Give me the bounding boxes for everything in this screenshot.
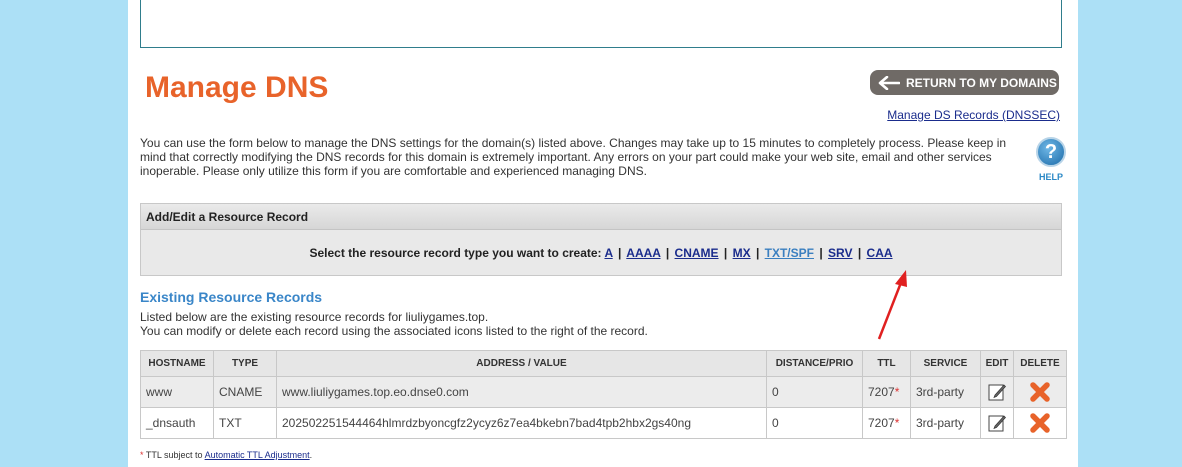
record-type-cname-link[interactable]: CNAME [675, 246, 719, 260]
col-address-value: ADDRESS / VALUE [276, 350, 767, 377]
col-delete: DELETE [1013, 350, 1067, 377]
separator: | [665, 246, 670, 260]
cell-hostname: _dnsauth [140, 407, 214, 439]
return-to-my-domains-button[interactable]: RETURN TO MY DOMAINS [870, 70, 1059, 95]
separator: | [819, 246, 823, 260]
record-type-aaaa-link[interactable]: AAAA [626, 246, 660, 260]
separator: | [618, 246, 622, 260]
manage-ds-records-link[interactable]: Manage DS Records (DNSSEC) [886, 108, 1060, 122]
cell-distance: 0 [766, 407, 863, 439]
table-row: _dnsauth TXT 202502251544464hlmrdzbyoncg… [140, 407, 1067, 439]
ttl-asterisk: * [894, 416, 900, 430]
help-label[interactable]: HELP [1034, 172, 1068, 182]
arrow-left-icon [878, 75, 900, 90]
cell-type: TXT [213, 407, 277, 439]
col-type: TYPE [213, 350, 277, 377]
table-row: www CNAME www.liuliygames.top.eo.dnse0.c… [140, 376, 1067, 408]
cell-service: 3rd-party [910, 407, 981, 439]
record-type-txt-spf-link[interactable]: TXT/SPF [765, 246, 814, 260]
help-button[interactable]: ? HELP [1034, 137, 1068, 182]
record-type-a-link[interactable]: A [604, 246, 612, 260]
record-type-caa-link[interactable]: CAA [867, 246, 893, 260]
records-table: HOSTNAME TYPE ADDRESS / VALUE DISTANCE/P… [140, 350, 1067, 439]
cell-ttl: 7207* [862, 376, 911, 408]
annotation-arrow-icon [877, 270, 907, 340]
cell-service: 3rd-party [910, 376, 981, 408]
domain-info-frame [140, 0, 1062, 48]
ttl-value: 7207 [868, 416, 895, 430]
col-hostname: HOSTNAME [140, 350, 214, 377]
existing-records-line-1: Listed below are the existing resource r… [140, 310, 489, 324]
ttl-asterisk: * [894, 385, 900, 399]
col-service: SERVICE [910, 350, 981, 377]
cell-edit [980, 407, 1014, 439]
cell-edit [980, 376, 1014, 408]
record-type-selector: Select the resource record type you want… [141, 246, 1061, 260]
col-edit: EDIT [980, 350, 1014, 377]
ttl-value: 7207 [868, 385, 895, 399]
edit-icon[interactable] [988, 414, 1006, 432]
existing-records-description: Listed below are the existing resource r… [140, 310, 648, 338]
cell-delete [1013, 376, 1067, 408]
delete-icon[interactable] [1029, 381, 1051, 403]
existing-records-title: Existing Resource Records [140, 289, 323, 305]
col-distance-prio: DISTANCE/PRIO [766, 350, 863, 377]
footnote-text: TTL subject to [145, 450, 203, 460]
page-title: Manage DNS [145, 71, 329, 104]
separator: | [857, 246, 862, 260]
cell-type: CNAME [213, 376, 277, 408]
help-icon[interactable]: ? [1036, 137, 1066, 167]
cell-ttl: 7207* [862, 407, 911, 439]
separator: | [755, 246, 760, 260]
edit-icon[interactable] [988, 383, 1006, 401]
table-header-row: HOSTNAME TYPE ADDRESS / VALUE DISTANCE/P… [140, 350, 1067, 377]
existing-records-line-2: You can modify or delete each record usi… [140, 324, 648, 338]
footnote-asterisk: * [140, 450, 144, 460]
cell-delete [1013, 407, 1067, 439]
footnote-end: . [309, 450, 313, 460]
return-button-label: RETURN TO MY DOMAINS [906, 75, 1057, 90]
ttl-footnote: * TTL subject to Automatic TTL Adjustmen… [140, 450, 312, 460]
cell-value: www.liuliygames.top.eo.dnse0.com [276, 376, 767, 408]
separator: | [723, 246, 728, 260]
cell-hostname: www [140, 376, 214, 408]
record-type-srv-link[interactable]: SRV [828, 246, 852, 260]
dns-page: Manage DNS RETURN TO MY DOMAINS Manage D… [128, 0, 1078, 467]
automatic-ttl-adjustment-link[interactable]: Automatic TTL Adjustment [205, 450, 310, 460]
cell-value: 202502251544464hlmrdzbyoncgfz2ycyz6z7ea4… [276, 407, 767, 439]
add-edit-record-heading: Add/Edit a Resource Record [141, 204, 1061, 230]
add-edit-record-panel: Add/Edit a Resource Record Select the re… [140, 203, 1062, 276]
intro-text: You can use the form below to manage the… [140, 136, 1007, 178]
record-type-mx-link[interactable]: MX [733, 246, 751, 260]
col-ttl: TTL [862, 350, 911, 377]
delete-icon[interactable] [1029, 412, 1051, 434]
record-type-prompt: Select the resource record type you want… [309, 246, 602, 260]
cell-distance: 0 [766, 376, 863, 408]
